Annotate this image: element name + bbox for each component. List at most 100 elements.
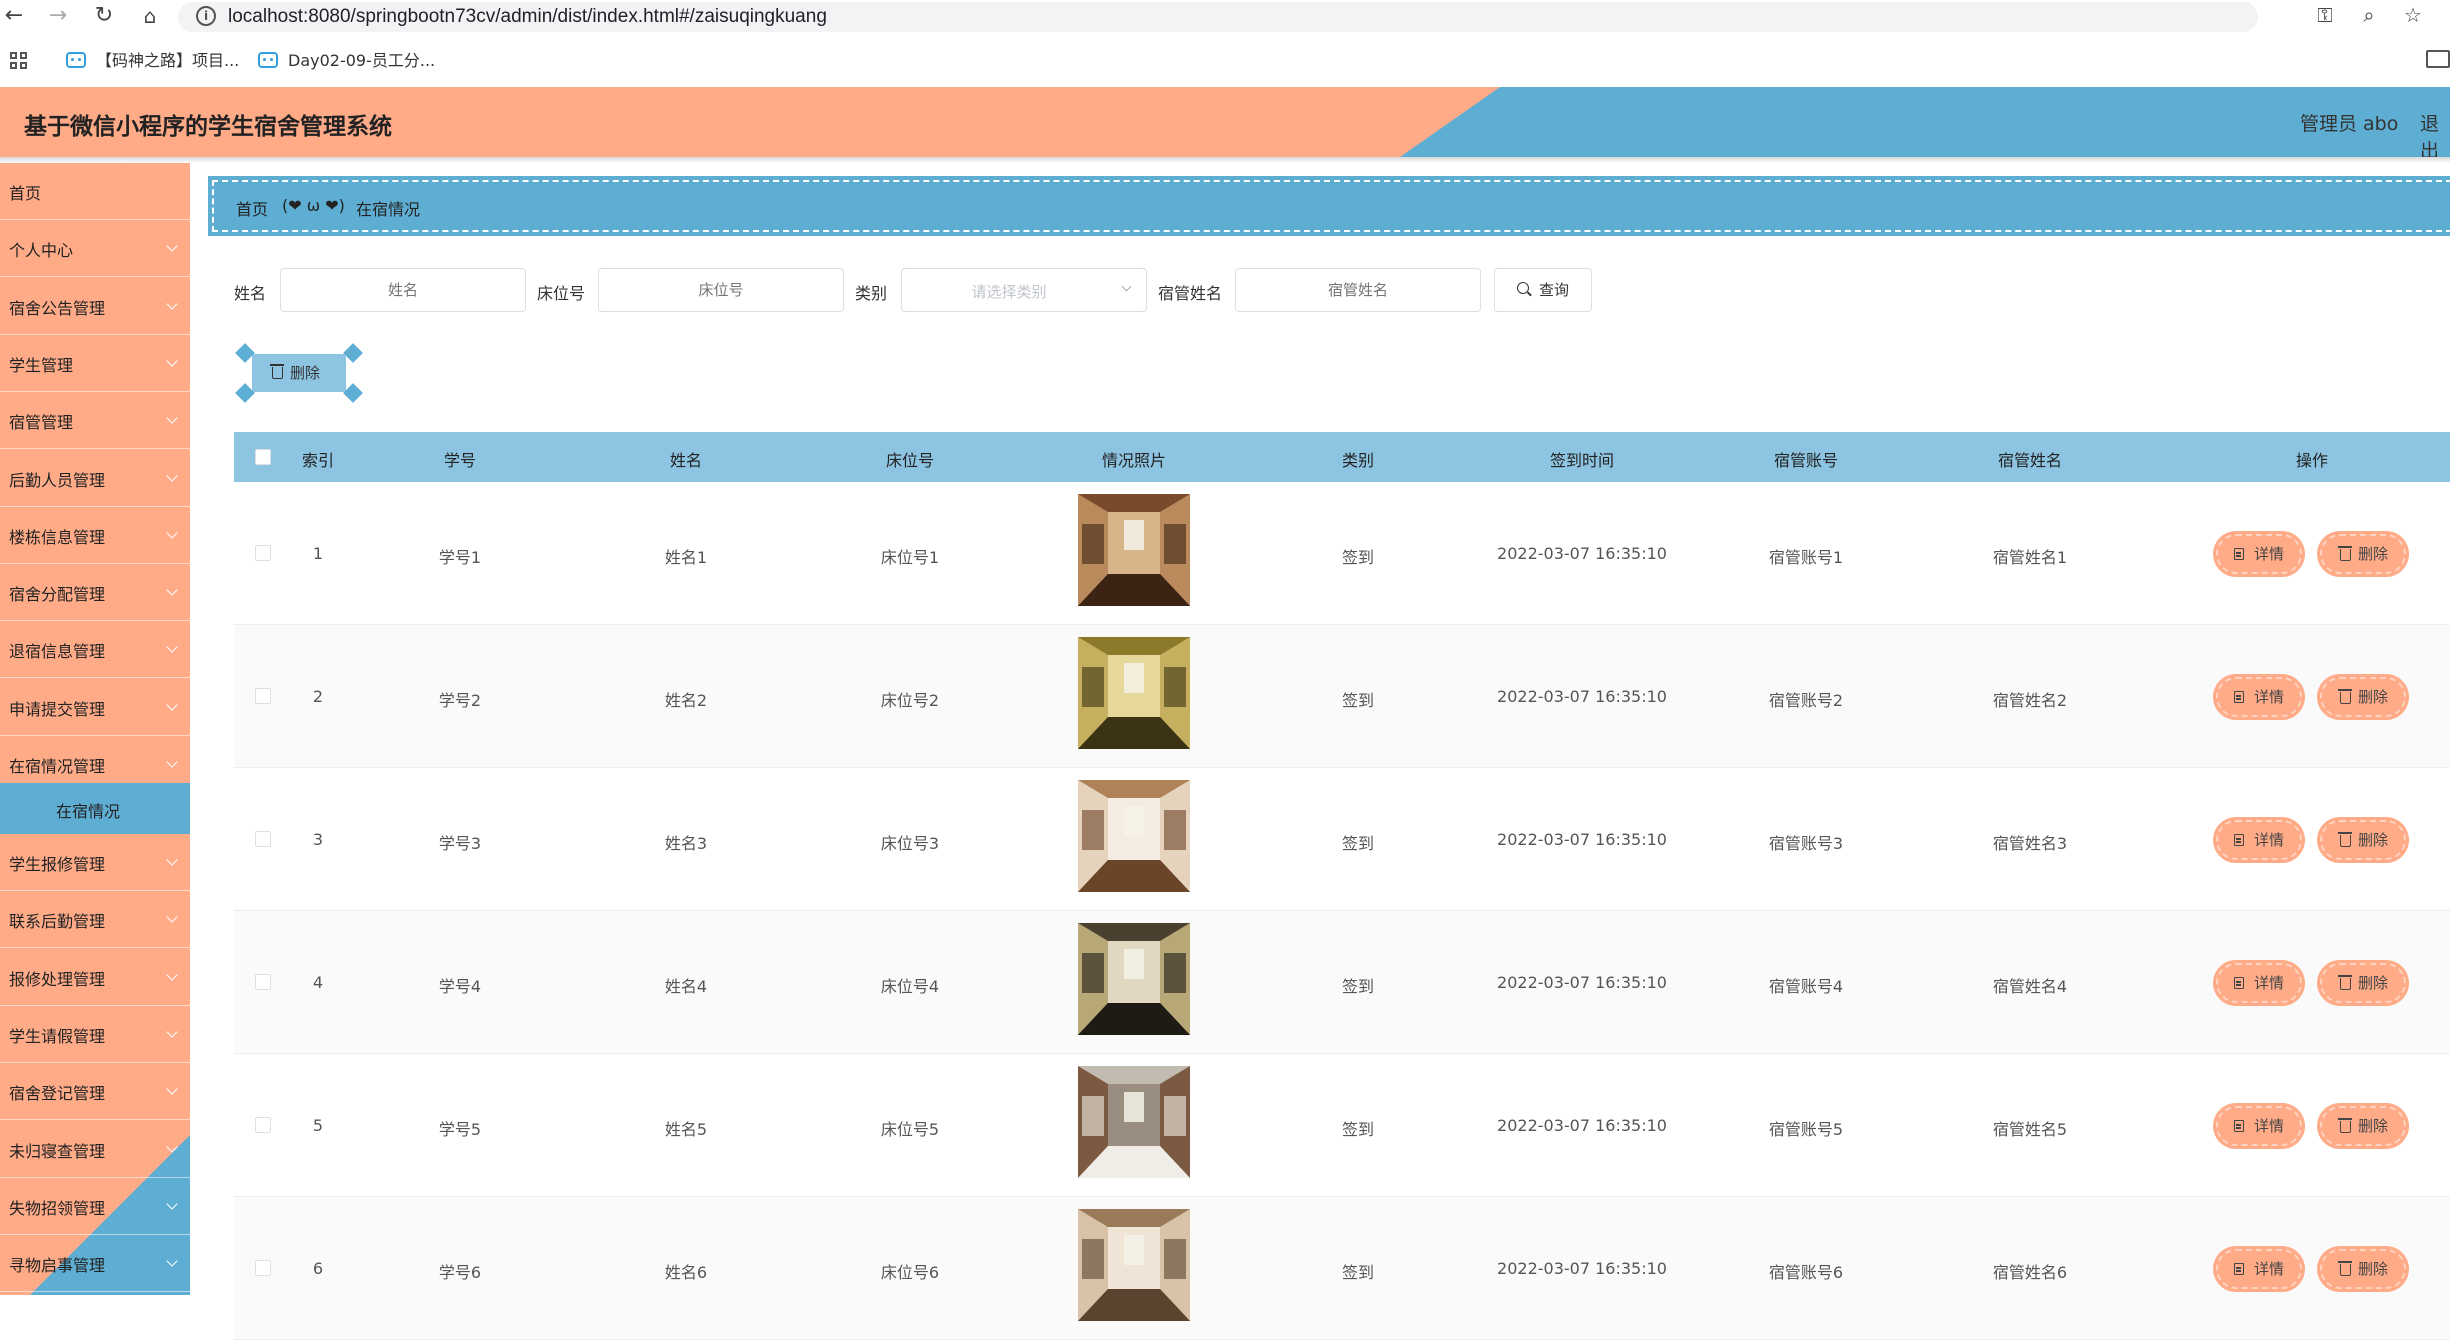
key-icon[interactable]: ⚿ <box>2310 0 2340 30</box>
row-checkbox[interactable] <box>255 974 271 990</box>
sidebar-item[interactable]: 联系后勤管理 <box>0 891 190 949</box>
table-cell-type: 签到 <box>1341 1120 1375 1139</box>
column-header: 类别 <box>1341 451 1375 470</box>
document-icon <box>2234 548 2244 560</box>
chevron-down-icon <box>166 641 178 654</box>
home-icon[interactable]: ⌂ <box>136 2 164 30</box>
room-photo <box>1078 1209 1190 1321</box>
table-cell-index: 5 <box>312 1116 324 1135</box>
table-cell-bed: 床位号3 <box>880 834 940 853</box>
apps-grid-icon[interactable] <box>10 52 28 70</box>
sidebar-item-label: 联系后勤管理 <box>9 912 106 932</box>
forward-arrow-icon[interactable]: → <box>44 2 72 30</box>
trash-icon <box>2338 1118 2352 1133</box>
trash-icon <box>2338 975 2352 990</box>
table-cell-account: 宿管账号6 <box>1768 1263 1844 1282</box>
row-checkbox[interactable] <box>255 1260 271 1276</box>
sidebar-item-label: 宿管管理 <box>9 413 74 433</box>
row-checkbox[interactable] <box>255 688 271 704</box>
manager-input[interactable] <box>1235 268 1481 312</box>
chevron-down-icon <box>166 469 178 482</box>
table-cell-index: 3 <box>312 830 324 849</box>
bookmark-item[interactable]: Day02-09-员工分... <box>258 48 435 74</box>
document-icon <box>2234 977 2244 989</box>
breadcrumb-current: 在宿情况 <box>356 200 421 219</box>
row-checkbox[interactable] <box>255 545 271 561</box>
detail-button[interactable]: 详情 <box>2216 534 2302 574</box>
sidebar-item[interactable]: 后勤人员管理 <box>0 450 190 507</box>
chevron-down-icon <box>166 854 178 866</box>
sidebar-subitem-zaisuqingkuang[interactable]: 在宿情况 <box>0 783 190 834</box>
chevron-down-icon <box>166 699 178 711</box>
table-cell-type: 签到 <box>1341 977 1375 996</box>
table-cell-bed: 床位号2 <box>880 691 940 710</box>
table-cell-name: 姓名5 <box>664 1120 708 1139</box>
breadcrumb-home[interactable]: 首页 <box>236 196 268 220</box>
sidebar-item[interactable]: 学生报修管理 <box>0 834 190 891</box>
table-cell-time: 2022-03-07 16:35:10 <box>1497 1259 1667 1278</box>
detail-button[interactable]: 详情 <box>2216 1249 2302 1289</box>
sidebar-item[interactable]: 首页 <box>0 163 190 220</box>
column-header: 宿管账号 <box>1773 451 1839 470</box>
sidebar-item[interactable]: 寻物启事管理 <box>0 1235 190 1293</box>
row-checkbox[interactable] <box>255 1117 271 1133</box>
sidebar-item[interactable]: 宿舍登记管理 <box>0 1063 190 1121</box>
bookmark-item[interactable]: 【码神之路】项目... <box>66 48 239 74</box>
detail-button[interactable]: 详情 <box>2216 963 2302 1003</box>
address-bar[interactable]: i localhost:8080/springbootn73cv/admin/d… <box>178 2 2258 32</box>
sidebar-item[interactable]: 个人中心 <box>0 220 190 278</box>
table-cell-time: 2022-03-07 16:35:10 <box>1497 687 1667 706</box>
sidebar-item[interactable]: 申请提交管理 <box>0 679 190 736</box>
table-cell-name: 姓名6 <box>664 1263 708 1282</box>
reload-icon[interactable]: ↻ <box>90 2 118 30</box>
url-text[interactable]: localhost:8080/springbootn73cv/admin/dis… <box>228 6 827 28</box>
site-info-icon[interactable]: i <box>196 6 216 26</box>
name-input[interactable] <box>280 268 526 312</box>
table-cell-manager: 宿管姓名5 <box>1992 1120 2068 1139</box>
delete-button[interactable]: 删除 <box>2320 1106 2406 1146</box>
logout-link[interactable]: 退出 <box>2420 109 2450 157</box>
batch-delete-button[interactable]: 删除 <box>252 354 346 392</box>
detail-button[interactable]: 详情 <box>2216 677 2302 717</box>
detail-button[interactable]: 详情 <box>2216 820 2302 860</box>
table-header: 索引 学号 姓名 床位号 情况照片 类别 签到时间 宿管账号 宿管姓名 操作 <box>234 432 2450 482</box>
zoom-icon[interactable]: ⌕ <box>2354 0 2384 30</box>
sidebar-item[interactable]: 退宿信息管理 <box>0 621 190 679</box>
table-cell-name: 姓名4 <box>664 977 708 996</box>
bilibili-icon <box>66 52 86 68</box>
sidebar-item[interactable]: 宿舍分配管理 <box>0 564 190 622</box>
delete-button[interactable]: 删除 <box>2320 534 2406 574</box>
row-checkbox[interactable] <box>255 831 271 847</box>
query-button[interactable]: 查询 <box>1494 268 1592 312</box>
delete-button[interactable]: 删除 <box>2320 677 2406 717</box>
bed-label: 床位号 <box>537 284 586 303</box>
table-cell-time: 2022-03-07 16:35:10 <box>1497 544 1667 563</box>
sidebar-item-label: 申请提交管理 <box>9 699 106 719</box>
sidebar-item-label: 学生请假管理 <box>9 1026 106 1046</box>
star-icon[interactable]: ☆ <box>2398 0 2428 30</box>
sidebar-item[interactable]: 学生请假管理 <box>0 1006 190 1063</box>
chevron-down-icon <box>166 1026 178 1038</box>
trash-icon <box>270 364 284 379</box>
sidebar-item[interactable]: 楼栋信息管理 <box>0 507 190 564</box>
bed-input[interactable] <box>598 268 844 312</box>
sidebar-item-label: 宿舍登记管理 <box>9 1084 106 1104</box>
detail-button[interactable]: 详情 <box>2216 1106 2302 1146</box>
folder-icon[interactable] <box>2426 50 2450 68</box>
sidebar-item[interactable]: 宿管管理 <box>0 392 190 450</box>
table-cell-time: 2022-03-07 16:35:10 <box>1497 830 1667 849</box>
sidebar-item[interactable]: 报修处理管理 <box>0 949 190 1006</box>
select-all-checkbox[interactable] <box>255 449 271 465</box>
table-cell-time: 2022-03-07 16:35:10 <box>1497 973 1667 992</box>
delete-button[interactable]: 删除 <box>2320 963 2406 1003</box>
sidebar-item[interactable]: 失物招领管理 <box>0 1178 190 1235</box>
sidebar-item[interactable]: 学生管理 <box>0 335 190 392</box>
table-cell-student-no: 学号6 <box>438 1263 482 1282</box>
table-cell-type: 签到 <box>1341 834 1375 853</box>
back-arrow-icon[interactable]: ← <box>0 2 28 30</box>
sidebar-item[interactable]: 宿舍公告管理 <box>0 278 190 335</box>
delete-button[interactable]: 删除 <box>2320 820 2406 860</box>
type-select[interactable]: 请选择类别 <box>901 268 1147 312</box>
delete-button[interactable]: 删除 <box>2320 1249 2406 1289</box>
sidebar-item[interactable]: 未归寝查管理 <box>0 1121 190 1178</box>
